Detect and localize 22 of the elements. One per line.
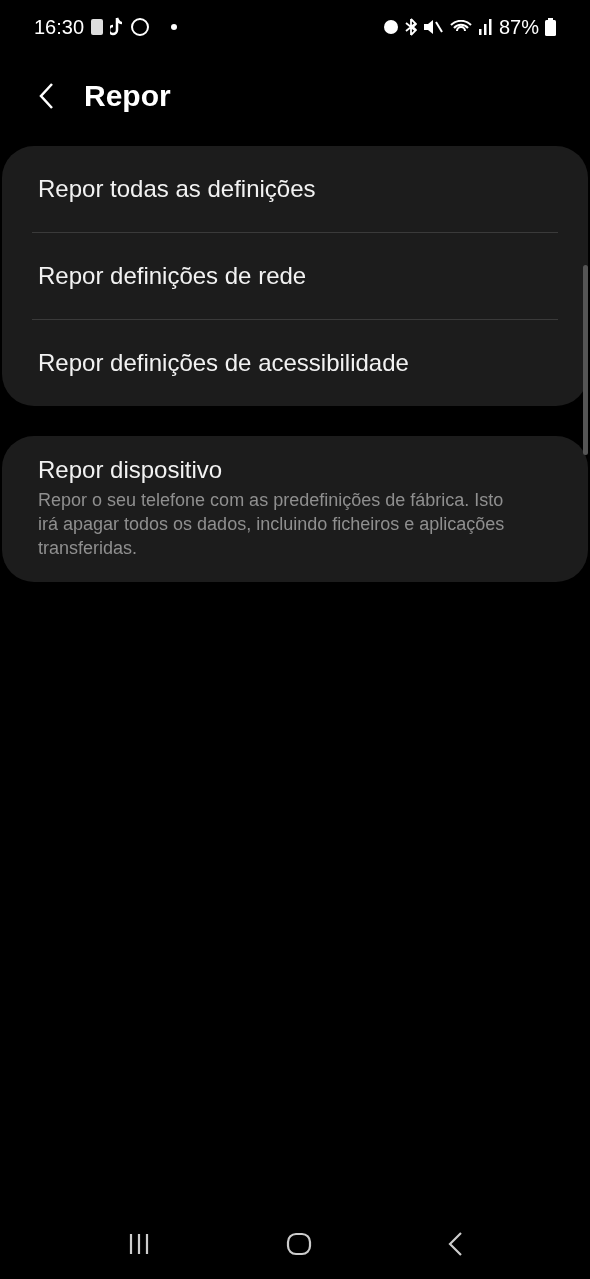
home-icon[interactable]: [286, 1232, 312, 1256]
mute-icon: [422, 19, 443, 35]
battery-icon: [545, 18, 556, 36]
settings-item[interactable]: Repor definições de rede: [32, 233, 558, 319]
dot-icon: [170, 23, 179, 31]
music-note-icon: [110, 17, 125, 37]
wifi-icon: [448, 20, 473, 34]
item-description: Repor o seu telefone com as predefinições de fábrica. Isto irá apagar todos os dados, incluindo ficheiros e aplicações transferidas.: [38, 489, 506, 560]
settings-item[interactable]: Repor dispositivo Repor o seu telefone com as predefinições de fábrica. Isto irá apagar todos os dados, incluindo ficheiros e aplicações transferidas.: [32, 436, 558, 582]
back-icon[interactable]: [446, 1231, 463, 1257]
back-icon[interactable]: [38, 82, 54, 110]
item-title: Repor dispositivo: [38, 456, 224, 484]
item-title: Repor definições de acessibilidade: [38, 349, 410, 377]
settings-item[interactable]: Repor todas as definições: [32, 146, 558, 232]
settings-item[interactable]: Repor definições de acessibilidade: [32, 320, 558, 406]
page-title: Repor: [84, 79, 171, 113]
item-title: Repor todas as definições: [38, 175, 317, 203]
battery-percent: 87%: [498, 15, 539, 39]
signal-icon: [478, 19, 493, 35]
status-time: 16:30: [34, 15, 85, 39]
bluetooth-icon: [404, 18, 417, 36]
item-title: Repor definições de rede: [38, 262, 308, 290]
